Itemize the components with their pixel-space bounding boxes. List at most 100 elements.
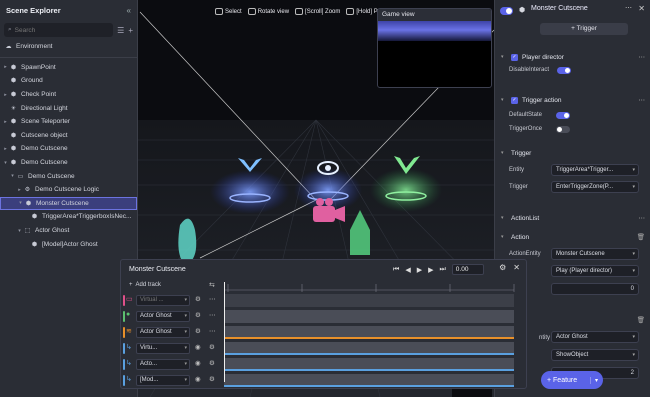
track-select[interactable]: [Mod... ▾ bbox=[136, 375, 190, 386]
track-clip[interactable] bbox=[224, 358, 514, 371]
track-clip[interactable] bbox=[224, 294, 514, 307]
track-clip[interactable] bbox=[224, 342, 514, 355]
tree-item[interactable]: ☀ Directional Light bbox=[0, 101, 137, 115]
expand-icon[interactable]: ▸ bbox=[2, 146, 9, 152]
track-select[interactable]: Actor Ghost ▾ bbox=[136, 311, 190, 322]
tree-item-selected[interactable]: ▾ ⬢ Monster Cutscene bbox=[0, 196, 137, 211]
action-entity-select[interactable]: Monster Cutscene ▾ bbox=[551, 248, 639, 260]
gear-icon[interactable]: ⚙ bbox=[195, 295, 201, 303]
track-row[interactable]: ≋ Actor Ghost ▾ ⚙ ⋯ bbox=[121, 325, 526, 340]
search-box[interactable]: ⌕ bbox=[4, 23, 114, 37]
skip-end-icon[interactable]: ⏭ bbox=[439, 266, 445, 274]
time-field[interactable]: 0.00 bbox=[451, 264, 484, 275]
tree-item[interactable]: ▸ ⚙ Demo Cutscene Logic bbox=[0, 183, 137, 197]
eye-icon[interactable]: ◉ bbox=[195, 375, 201, 383]
tree-item[interactable]: ⬢ TriggerArea*TriggerboxIsNec... bbox=[0, 210, 137, 224]
more-icon[interactable]: ⋯ bbox=[209, 311, 216, 319]
gear-icon[interactable]: ⚙ bbox=[195, 327, 201, 335]
checkbox-checked[interactable]: ✓ bbox=[511, 53, 518, 61]
game-view-panel[interactable]: Game view bbox=[377, 8, 492, 88]
track-row[interactable]: ▭ Virtual ... ▾ ⚙ ⋯ bbox=[121, 293, 526, 308]
track-row[interactable]: ↳ Acto... ▾ ◉ ⚙ bbox=[121, 357, 526, 372]
expand-icon[interactable]: ▸ bbox=[2, 119, 9, 125]
track-clip[interactable] bbox=[224, 326, 514, 339]
close-icon[interactable]: ✕ bbox=[513, 263, 520, 272]
gear-icon[interactable]: ⚙ bbox=[195, 311, 201, 319]
expand-icon[interactable]: ▸ bbox=[2, 64, 9, 70]
trash-icon[interactable]: 🗑 bbox=[637, 233, 645, 241]
add-track-button[interactable]: + Add track bbox=[129, 282, 161, 288]
chevron-down-icon[interactable]: ▾ bbox=[501, 97, 507, 103]
search-input[interactable] bbox=[14, 26, 75, 34]
collapse-icon[interactable]: « bbox=[127, 6, 131, 15]
more-icon[interactable]: ⋯ bbox=[639, 214, 646, 222]
chevron-down-icon[interactable]: ▾ bbox=[501, 150, 507, 156]
add-feature-button[interactable]: + Feature ▾ bbox=[541, 371, 603, 389]
tree-item[interactable]: ▾ ▭ Demo Cutscene bbox=[0, 169, 137, 183]
trigger-once-toggle[interactable] bbox=[556, 125, 571, 133]
gear-icon[interactable]: ⚙ bbox=[209, 343, 215, 351]
eye-icon[interactable]: ◉ bbox=[195, 359, 201, 367]
track-row[interactable]: ● Actor Ghost ▾ ⚙ ⋯ bbox=[121, 309, 526, 324]
action-method-select[interactable]: Play (Player director) ▾ bbox=[551, 265, 639, 277]
active-toggle[interactable] bbox=[500, 7, 513, 15]
pan-hint[interactable]: [Hold] Pa bbox=[346, 8, 381, 15]
tree-item[interactable]: ▾ ⬢ Demo Cutscene bbox=[0, 156, 137, 170]
entity2-select[interactable]: Actor Ghost ▾ bbox=[551, 331, 639, 343]
play-icon[interactable]: ▶ bbox=[417, 266, 422, 274]
tree-item[interactable]: ▸ ⬢ Scene Teleporter bbox=[0, 115, 137, 129]
chevron-down-icon[interactable]: ▾ bbox=[501, 54, 507, 60]
zoom-hint[interactable]: [Scroll] Zoom bbox=[295, 8, 340, 15]
more-icon[interactable]: ⋯ bbox=[209, 295, 216, 303]
expand-icon[interactable]: ▸ bbox=[16, 187, 23, 193]
swap-icon[interactable]: ⇆ bbox=[209, 281, 215, 289]
expand-icon[interactable]: ▸ bbox=[2, 92, 9, 98]
trash-icon[interactable]: 🗑 bbox=[637, 316, 645, 324]
chevron-down-icon[interactable]: ▾ bbox=[501, 234, 507, 240]
chevron-down-icon[interactable]: ▾ bbox=[589, 376, 598, 384]
step-back-icon[interactable]: ◀ bbox=[405, 266, 410, 274]
gear-icon[interactable]: ⚙ bbox=[209, 359, 215, 367]
show-object-select[interactable]: ShowObject ▾ bbox=[551, 349, 639, 361]
playhead[interactable] bbox=[224, 282, 225, 382]
default-state-toggle[interactable] bbox=[556, 111, 571, 119]
chevron-down-icon[interactable]: ▾ bbox=[501, 215, 507, 221]
eye-icon[interactable]: ◉ bbox=[195, 343, 201, 351]
track-clip[interactable] bbox=[224, 310, 514, 323]
add-trigger-button[interactable]: + Trigger bbox=[540, 23, 628, 35]
track-select[interactable]: Acto... ▾ bbox=[136, 359, 190, 370]
gear-icon[interactable]: ⚙ bbox=[209, 375, 215, 383]
more-icon[interactable]: ⋯ bbox=[209, 327, 216, 335]
select-hint[interactable]: Select bbox=[215, 8, 242, 15]
action-number-field[interactable]: 0 bbox=[551, 283, 639, 295]
rotate-hint[interactable]: Rotate view bbox=[247, 8, 289, 15]
tree-item[interactable]: ▸ ⬢ Check Point bbox=[0, 88, 137, 102]
close-icon[interactable]: ✕ bbox=[638, 4, 645, 13]
track-row[interactable]: ↳ [Mod... ▾ ◉ ⚙ bbox=[121, 373, 526, 388]
track-select[interactable]: Virtual ... ▾ bbox=[136, 295, 190, 306]
trigger-select[interactable]: EnterTriggerZone(P... ▾ bbox=[551, 181, 639, 193]
tree-item-environment[interactable]: ☁ Environment bbox=[0, 40, 137, 54]
gear-icon[interactable]: ⚙ bbox=[499, 263, 506, 272]
tree-item[interactable]: ▸ ⬢ Demo Cutscene bbox=[0, 142, 137, 156]
skip-start-icon[interactable]: ⏮ bbox=[393, 266, 399, 274]
track-select[interactable]: Virtu... ▾ bbox=[136, 343, 190, 354]
expand-icon[interactable]: ▾ bbox=[2, 160, 9, 166]
more-icon[interactable]: ⋯ bbox=[639, 53, 646, 61]
step-forward-icon[interactable]: ▶ bbox=[428, 266, 433, 274]
add-icon[interactable]: + bbox=[128, 26, 133, 35]
expand-icon[interactable]: ▾ bbox=[17, 200, 24, 206]
disable-interact-toggle[interactable] bbox=[557, 66, 572, 74]
more-icon[interactable]: ⋯ bbox=[625, 4, 632, 12]
tree-item[interactable]: ⬢ Ground bbox=[0, 74, 137, 88]
track-clip[interactable] bbox=[224, 374, 514, 387]
track-select[interactable]: Actor Ghost ▾ bbox=[136, 327, 190, 338]
expand-icon[interactable]: ▾ bbox=[9, 173, 16, 179]
tree-item[interactable]: ▾ ⬚ Actor Ghost bbox=[0, 224, 137, 238]
track-row[interactable]: ↳ Virtu... ▾ ◉ ⚙ bbox=[121, 341, 526, 356]
more-icon[interactable]: ⋯ bbox=[639, 96, 646, 104]
checkbox-checked[interactable]: ✓ bbox=[511, 96, 518, 104]
filter-icon[interactable]: ☰ bbox=[117, 26, 124, 35]
expand-icon[interactable]: ▾ bbox=[16, 228, 23, 234]
tree-item[interactable]: ⬢ [Model]Actor Ghost bbox=[0, 237, 137, 251]
